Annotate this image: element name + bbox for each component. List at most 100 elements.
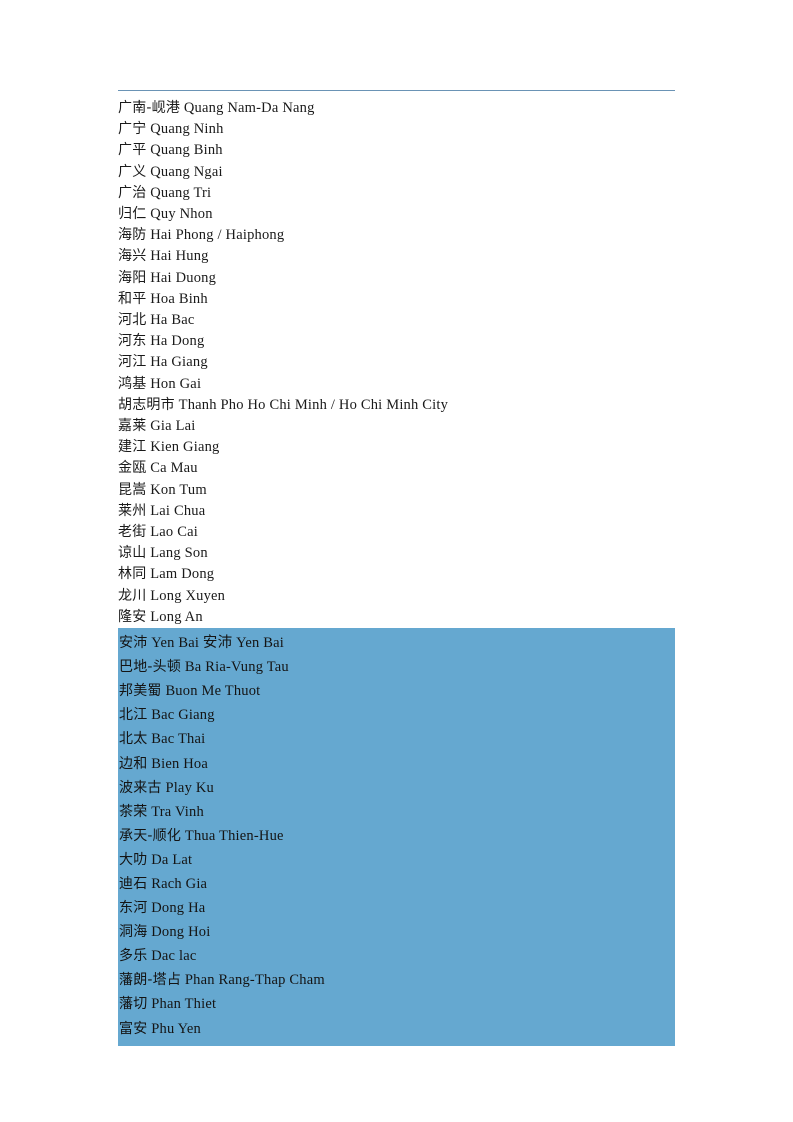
entry-latin: Quang Nam-Da Nang: [183, 100, 315, 116]
entry-latin: Rach Gia: [151, 876, 208, 893]
list-item[interactable]: 龙川 Long Xuyen: [118, 586, 675, 607]
entry-latin: Lao Cai: [150, 524, 198, 541]
list-item[interactable]: 海阳 Hai Duong: [118, 268, 675, 289]
entry-latin: Phan Rang-Thap Cham: [184, 972, 325, 989]
entry-chinese: 巴地-头顿: [119, 659, 182, 676]
list-item[interactable]: 大叻 Da Lat: [118, 848, 675, 872]
entry-latin: Gia Lai: [150, 418, 196, 435]
list-item[interactable]: 河东 Ha Dong: [118, 331, 675, 352]
entry-chinese: 藩切: [119, 996, 148, 1013]
entry-latin: Hai Duong: [150, 269, 217, 286]
entry-chinese: 隆安: [118, 608, 147, 625]
list-item[interactable]: 谅山 Lang Son: [118, 543, 675, 564]
list-item[interactable]: 茶荣 Tra Vinh: [118, 800, 675, 824]
entry-latin: Ha Bac: [150, 312, 195, 329]
list-item[interactable]: 和平 Hoa Binh: [118, 289, 675, 310]
entry-chinese: 老街: [118, 524, 147, 541]
list-item[interactable]: 老街 Lao Cai: [118, 522, 675, 543]
list-item[interactable]: 建江 Kien Giang: [118, 437, 675, 458]
entry-latin: Dac lac: [151, 948, 197, 965]
entry-latin: Thua Thien-Hue: [184, 827, 284, 844]
list-item[interactable]: 藩朗-塔占 Phan Rang-Thap Cham: [118, 968, 675, 992]
list-item[interactable]: 广平 Quang Binh: [118, 140, 675, 161]
list-item[interactable]: 广治 Quang Tri: [118, 183, 675, 204]
entry-latin: Hoa Binh: [150, 290, 208, 307]
entry-latin: Hai Phong / Haiphong: [150, 227, 285, 244]
entry-latin: Thanh Pho Ho Chi Minh / Ho Chi Minh City: [178, 396, 449, 413]
entry-latin: Lai Chua: [150, 502, 206, 519]
entry-latin: Ca Mau: [150, 460, 198, 477]
entry-latin: Kon Tum: [150, 481, 207, 498]
entry-latin: Bac Giang: [151, 707, 215, 724]
entry-chinese: 北太: [119, 731, 148, 748]
list-item[interactable]: 河北 Ha Bac: [118, 310, 675, 331]
list-item[interactable]: 河江 Ha Giang: [118, 352, 675, 373]
list-item[interactable]: 金瓯 Ca Mau: [118, 458, 675, 479]
entry-chinese: 昆嵩: [118, 481, 147, 498]
entry-chinese: 广义: [118, 163, 147, 180]
entry-chinese: 安沛: [119, 635, 148, 652]
list-item[interactable]: 鸿基 Hon Gai: [118, 374, 675, 395]
list-item[interactable]: 藩切 Phan Thiet: [118, 992, 675, 1016]
glossary-list-unselected: 广南-岘港 Quang Nam-Da Nang 广宁 Quang Ninh 广平…: [118, 91, 675, 628]
entry-latin: Phu Yen: [151, 1020, 201, 1037]
entry-latin: Ha Giang: [150, 354, 208, 371]
entry-latin: Da Lat: [151, 851, 193, 868]
entry-latin: Buon Me Thuot: [165, 683, 261, 700]
list-item[interactable]: 邦美蜀 Buon Me Thuot: [118, 679, 675, 703]
entry-chinese: 波来古: [119, 779, 162, 796]
list-item[interactable]: 海兴 Hai Hung: [118, 246, 675, 267]
entry-latin: Ba Ria-Vung Tau: [184, 659, 289, 676]
list-item[interactable]: 边和 Bien Hoa: [118, 752, 675, 776]
entry-chinese: 广宁: [118, 121, 147, 138]
document-content: 广南-岘港 Quang Nam-Da Nang 广宁 Quang Ninh 广平…: [118, 90, 675, 1046]
entry-chinese: 鸿基: [118, 375, 147, 392]
list-item[interactable]: 北太 Bac Thai: [118, 727, 675, 751]
entry-chinese: 广南-岘港: [118, 100, 181, 116]
list-item[interactable]: 波来古 Play Ku: [118, 776, 675, 800]
list-item[interactable]: 林同 Lam Dong: [118, 564, 675, 585]
list-item[interactable]: 胡志明市 Thanh Pho Ho Chi Minh / Ho Chi Minh…: [118, 395, 675, 416]
entry-latin: Quy Nhon: [150, 206, 213, 223]
entry-latin: Lang Son: [150, 545, 208, 562]
list-item[interactable]: 富安 Phu Yen: [118, 1017, 675, 1041]
list-item[interactable]: 莱州 Lai Chua: [118, 501, 675, 522]
list-item[interactable]: 承天-顺化 Thua Thien-Hue: [118, 824, 675, 848]
list-item[interactable]: 东河 Dong Ha: [118, 896, 675, 920]
entry-chinese: 胡志明市: [118, 396, 175, 413]
entry-latin: Hai Hung: [150, 248, 209, 265]
entry-latin: Kien Giang: [150, 439, 220, 456]
list-item[interactable]: 广南-岘港 Quang Nam-Da Nang: [118, 98, 675, 119]
entry-chinese: 藩朗-塔占: [119, 972, 182, 989]
entry-chinese: 林同: [118, 566, 147, 583]
list-item[interactable]: 广宁 Quang Ninh: [118, 119, 675, 140]
entry-latin: Quang Ngai: [150, 163, 223, 180]
entry-latin: Phan Thiet: [151, 996, 217, 1013]
list-item[interactable]: 北江 Bac Giang: [118, 703, 675, 727]
list-item[interactable]: 安沛 Yen Bai 安沛 Yen Bai: [118, 631, 675, 655]
list-item[interactable]: 归仁 Quy Nhon: [118, 204, 675, 225]
entry-latin: Hon Gai: [150, 375, 202, 392]
list-item[interactable]: 多乐 Dac lac: [118, 944, 675, 968]
entry-latin: Yen Bai 安沛 Yen Bai: [151, 635, 285, 652]
entry-chinese: 洞海: [119, 924, 148, 941]
list-item[interactable]: 巴地-头顿 Ba Ria-Vung Tau: [118, 655, 675, 679]
entry-latin: Lam Dong: [150, 566, 215, 583]
entry-chinese: 嘉莱: [118, 418, 147, 435]
text-selection-highlight[interactable]: 安沛 Yen Bai 安沛 Yen Bai 巴地-头顿 Ba Ria-Vung …: [118, 628, 675, 1046]
entry-chinese: 广治: [118, 184, 147, 201]
entry-latin: Bien Hoa: [151, 755, 209, 772]
list-item[interactable]: 洞海 Dong Hoi: [118, 920, 675, 944]
entry-latin: Quang Tri: [150, 184, 212, 201]
list-item[interactable]: 海防 Hai Phong / Haiphong: [118, 225, 675, 246]
list-item[interactable]: 广义 Quang Ngai: [118, 162, 675, 183]
list-item[interactable]: 隆安 Long An: [118, 607, 675, 628]
list-item[interactable]: 迪石 Rach Gia: [118, 872, 675, 896]
entry-chinese: 东河: [119, 900, 148, 917]
entry-chinese: 广平: [118, 142, 147, 159]
list-item[interactable]: 昆嵩 Kon Tum: [118, 480, 675, 501]
entry-chinese: 金瓯: [118, 460, 147, 477]
entry-chinese: 迪石: [119, 876, 148, 893]
entry-latin: Long Xuyen: [150, 587, 226, 604]
list-item[interactable]: 嘉莱 Gia Lai: [118, 416, 675, 437]
